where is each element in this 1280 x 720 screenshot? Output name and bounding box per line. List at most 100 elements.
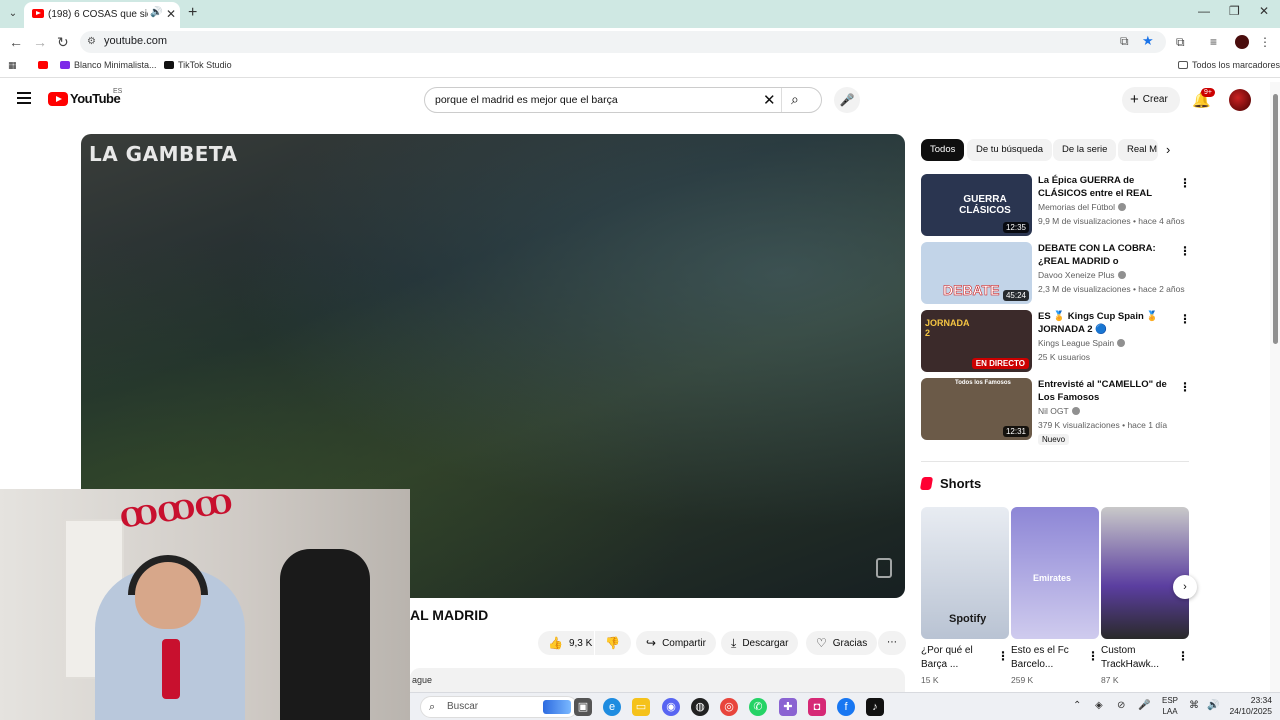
tab-search-icon[interactable]: ⌄ [4,5,22,23]
recommendation-title[interactable]: La Épica GUERRA de CLÁSICOS entre el REA… [1038,174,1178,200]
chevron-right-icon[interactable]: › [1166,142,1170,157]
short-thumbnail[interactable]: Spotify [921,507,1009,639]
download-button[interactable]: ⤓ Descargar [721,631,799,655]
volume-icon[interactable]: 🔊 [1207,700,1219,711]
chip-real-madrid[interactable]: Real M [1118,139,1158,161]
task-view-icon[interactable]: ▣ [574,698,592,716]
site-info-icon[interactable]: ⚙ [87,36,96,47]
dislike-button[interactable]: 👎 [595,631,631,655]
tray-security-icon[interactable]: ⊘ [1117,700,1125,711]
more-options-icon[interactable]: ⋮ [1087,649,1099,663]
back-icon[interactable]: ← [9,34,23,50]
bookmarks-folder[interactable]: Todos los marcadores [1178,60,1280,70]
more-options-icon[interactable]: ⋮ [1179,380,1191,394]
editor-app-icon[interactable]: ✚ [779,698,797,716]
bookmark-canva[interactable]: Blanco Minimalista... [60,60,157,70]
more-options-icon[interactable]: ⋮ [997,649,1009,663]
notifications-icon[interactable]: 🔔 9+ [1192,88,1215,109]
channel-name[interactable]: Nil OGT [1038,406,1080,416]
minimize-icon[interactable]: — [1198,4,1210,18]
menu-icon[interactable] [17,92,31,107]
short-thumbnail[interactable]: Emirates [1011,507,1099,639]
more-options-icon[interactable]: ⋮ [1179,244,1191,258]
scrollbar-thumb[interactable] [1273,94,1278,344]
address-bar[interactable]: ⚙ youtube.com ⧉ ★ [80,31,1166,53]
speaker-icon[interactable]: 🔊 [150,7,162,18]
voice-search-icon[interactable]: 🎤 [834,87,860,113]
description-box[interactable]: ague [410,668,905,692]
taskbar-search[interactable]: ⌕ Buscar [420,696,578,718]
search-box[interactable]: porque el madrid es mejor que el barça ✕… [424,87,822,113]
steam-icon[interactable]: ◍ [691,698,709,716]
browser-profile-avatar[interactable] [1235,35,1249,49]
recommendation-item[interactable]: JORNADA 2 EN DIRECTO ES 🏅 Kings Cup Spai… [921,310,1191,372]
bookmark-tiktok-studio[interactable]: TikTok Studio [164,60,232,70]
recommendation-title[interactable]: Entrevisté al "CAMELLO" de Los Famosos [1038,378,1178,404]
new-tab-icon[interactable]: + [188,4,197,22]
tab-close-icon[interactable]: ✕ [166,7,176,21]
extensions-icon[interactable]: ⧉ [1176,35,1185,50]
more-options-icon[interactable]: ⋮ [1179,176,1191,190]
facebook-icon[interactable]: f [837,698,855,716]
channel-name[interactable]: Kings League Spain [1038,338,1126,348]
user-avatar[interactable] [1229,89,1251,111]
whatsapp-icon[interactable]: ✆ [749,698,767,716]
chrome-icon[interactable]: ◎ [720,698,738,716]
restore-icon[interactable]: ❐ [1229,4,1240,18]
reload-icon[interactable]: ↻ [57,34,69,51]
recommendation-item[interactable]: GUERRA CLÁSICOS 12:35 La Épica GUERRA de… [921,174,1191,236]
bookmark-star-icon[interactable]: ★ [1142,33,1154,49]
recommendation-item[interactable]: Todos los Famosos 12:31 Entrevisté al "C… [921,378,1191,445]
channel-name[interactable]: Davoo Xeneize Plus [1038,270,1126,280]
short-title[interactable]: ¿Por qué el Barça ... [921,644,993,672]
chip-de-tu-busqueda[interactable]: De tu búsqueda [967,139,1053,161]
like-button[interactable]: 👍 9,3 K [538,631,594,655]
network-icon[interactable]: ⌘ [1189,700,1199,711]
more-options-icon[interactable]: ⋮ [1177,649,1189,663]
video-thumbnail[interactable]: GUERRA CLÁSICOS 12:35 [921,174,1032,236]
recommendation-item[interactable]: DEBATE 45:24 DEBATE CON LA COBRA: ¿REAL … [921,242,1191,304]
forward-icon[interactable]: → [33,34,47,50]
edge-icon[interactable]: e [603,698,621,716]
tray-app-icon[interactable]: ◈ [1095,700,1103,711]
search-input[interactable]: porque el madrid es mejor que el barça [435,94,618,106]
window-close-icon[interactable]: ✕ [1259,4,1269,18]
page-scrollbar[interactable] [1270,82,1280,692]
more-options-icon[interactable]: ⋮ [1179,312,1191,326]
bookmark-youtube[interactable] [38,60,52,70]
short-item[interactable]: Spotify ¿Por qué el Barça ... 15 K ⋮ [921,507,1009,685]
url-text[interactable]: youtube.com [104,35,167,47]
apps-grid-icon[interactable]: ▦ [8,60,17,71]
browser-menu-icon[interactable]: ⋮ [1259,35,1271,49]
system-clock[interactable]: 23:34 24/10/2025 [1226,695,1272,717]
install-app-icon[interactable]: ⧉ [1120,34,1129,49]
input-language[interactable]: ESP LAA [1162,695,1178,717]
video-thumbnail[interactable]: JORNADA 2 EN DIRECTO [921,310,1032,372]
discord-icon[interactable]: ◉ [662,698,680,716]
recommendation-title[interactable]: DEBATE CON LA COBRA: ¿REAL MADRID o BARC… [1038,242,1178,268]
create-button[interactable]: + Crear [1122,87,1180,113]
short-thumbnail[interactable] [1101,507,1189,639]
browser-tab[interactable]: (198) 6 COSAS que siempre 🔊 ✕ [24,2,180,28]
short-item[interactable]: Emirates Esto es el Fc Barcelo... 259 K … [1011,507,1099,685]
clear-search-icon[interactable]: ✕ [763,91,776,109]
more-actions-icon[interactable]: ⋯ [878,631,906,655]
short-title[interactable]: Esto es el Fc Barcelo... [1011,644,1083,672]
tiktok-icon[interactable]: ♪ [866,698,884,716]
video-thumbnail[interactable]: Todos los Famosos 12:31 [921,378,1032,440]
search-icon[interactable]: ⌕ [791,91,799,108]
thanks-button[interactable]: ♡ Gracias [806,631,878,655]
video-thumbnail[interactable]: DEBATE 45:24 [921,242,1032,304]
short-item[interactable]: Custom TrackHawk... 87 K ⋮ [1101,507,1189,685]
recommendation-title[interactable]: ES 🏅 Kings Cup Spain 🏅 JORNADA 2 🔵 [1038,310,1178,336]
file-explorer-icon[interactable]: ▭ [632,698,650,716]
chip-de-la-serie[interactable]: De la serie [1053,139,1117,161]
instagram-icon[interactable]: ◘ [808,698,826,716]
tray-overflow-icon[interactable]: ⌃ [1073,700,1081,711]
chip-todos[interactable]: Todos [921,139,965,161]
share-button[interactable]: ↪ Compartir [636,631,716,655]
media-controls-icon[interactable]: ≡ [1210,35,1217,49]
short-title[interactable]: Custom TrackHawk... [1101,644,1173,672]
tray-microphone-icon[interactable]: 🎤 [1138,700,1150,711]
shorts-next-icon[interactable]: › [1173,575,1197,599]
